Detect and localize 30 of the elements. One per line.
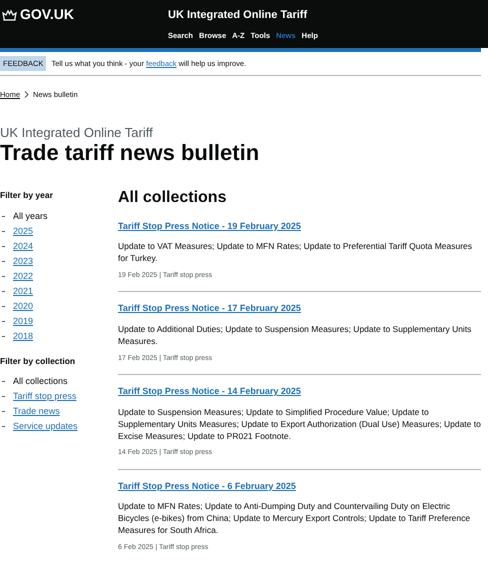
filter-link[interactable]: 2020 bbox=[13, 298, 34, 314]
article-summary: Update to Suspension Measures; Update to Simplified Procedure Value; Update to Supplementary Units Measures; Update to Export Authorization (Dual Use) Measures; Update to Excise Measures; Update to PR021 Footnote. bbox=[118, 406, 481, 442]
filter-option[interactable]: All years bbox=[13, 208, 48, 224]
article-link[interactable]: Tariff Stop Press Notice - 6 February 2025 bbox=[118, 480, 296, 494]
filter-heading: Filter by year bbox=[0, 190, 54, 201]
gov-uk-logo[interactable]: GOV.UK bbox=[20, 4, 74, 25]
list-heading: All collections bbox=[118, 188, 228, 208]
filter-heading: Filter by collection bbox=[0, 356, 76, 366]
article-link[interactable]: Tariff Stop Press Notice - 17 February 2025 bbox=[118, 302, 301, 316]
page-title: Trade tariff news bulletin bbox=[0, 140, 260, 166]
filter-link[interactable]: Service updates bbox=[13, 418, 78, 434]
filter-link[interactable]: 2022 bbox=[13, 268, 34, 284]
filter-link[interactable]: Trade news bbox=[13, 404, 60, 419]
article-link[interactable]: Tariff Stop Press Notice - 14 February 2025 bbox=[118, 385, 301, 399]
article-summary: Update to MFN Rates; Update to Anti-Dumping Duty and Countervailing Duty on Electric Bicycles (e-bikes) from China; Update to Mercury Export Controls; Update to Tariff Preference Measures for South Africa. bbox=[118, 501, 472, 538]
article-summary: Update to VAT Measures; Update to MFN Rates; Update to Preferential Tariff Quota Measures for Turkey. bbox=[118, 241, 474, 265]
filter-link[interactable]: 2019 bbox=[13, 314, 34, 329]
chevron-icon bbox=[24, 91, 30, 98]
crown-icon bbox=[2, 8, 17, 21]
filter-option[interactable]: All collections bbox=[13, 374, 68, 389]
page-caption: UK Integrated Online Tariff bbox=[0, 124, 154, 140]
article-summary: Update to Additional Duties; Update to Suspension Measures; Update to Supplementary Units Measures. bbox=[118, 324, 472, 348]
filter-link[interactable]: 2021 bbox=[13, 284, 34, 299]
service-name[interactable]: UK Integrated Online Tariff bbox=[168, 7, 308, 24]
article-link[interactable]: Tariff Stop Press Notice - 19 February 2025 bbox=[118, 220, 301, 234]
filter-link[interactable]: Tariff stop press bbox=[13, 388, 76, 404]
filter-link[interactable]: 2025 bbox=[13, 224, 34, 239]
filter-link[interactable]: 2018 bbox=[13, 328, 34, 344]
filter-link[interactable]: 2023 bbox=[13, 254, 34, 269]
filter-link[interactable]: 2024 bbox=[13, 238, 34, 254]
